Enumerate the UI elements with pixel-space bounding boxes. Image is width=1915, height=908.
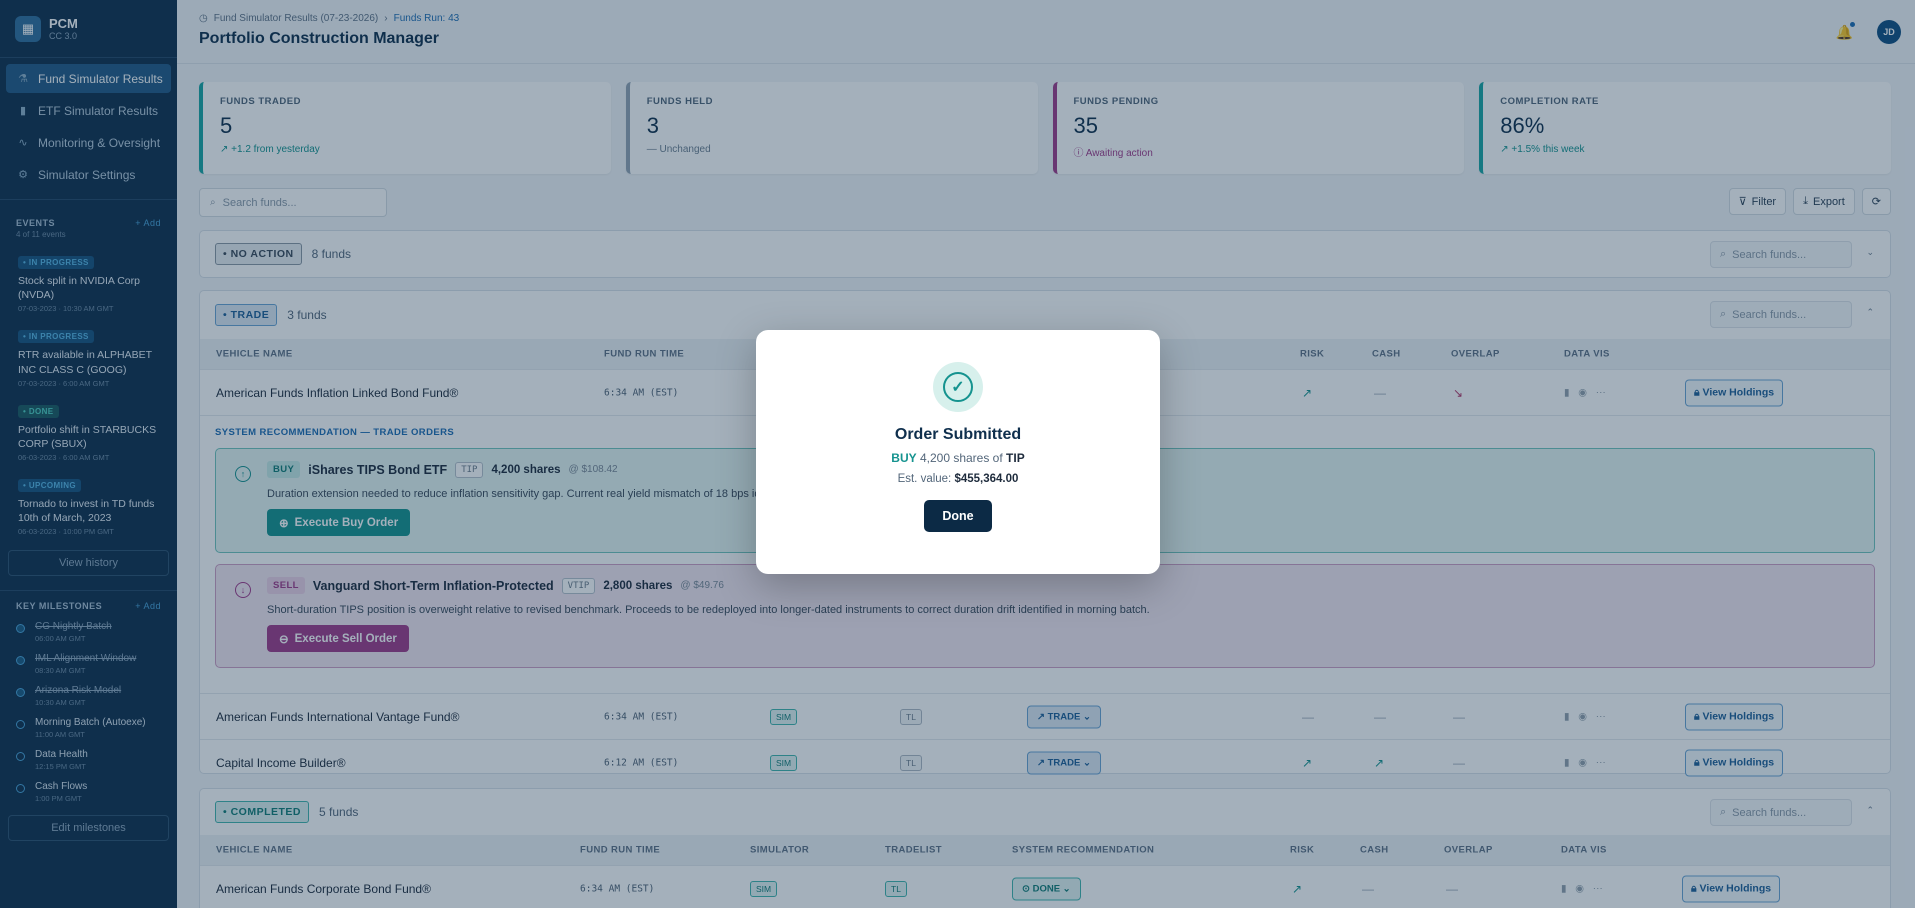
modal-ticker: TIP <box>1006 451 1025 465</box>
modal-title: Order Submitted <box>894 426 1022 443</box>
modal-action: BUY <box>891 451 917 465</box>
order-submitted-modal: ✓ Order Submitted BUY 4,200 shares of TI… <box>756 330 1160 574</box>
done-button[interactable]: Done <box>924 500 992 532</box>
modal-estimated-value: Est. value: $455,364.00 <box>756 473 1160 485</box>
modal-shares: 4,200 shares of <box>919 451 1003 465</box>
modal-value: $455,364.00 <box>954 473 1019 485</box>
modal-value-label: Est. value: <box>897 473 952 485</box>
modal-order-summary: BUY 4,200 shares of TIP <box>756 451 1160 465</box>
check-circle-icon: ✓ <box>933 362 983 412</box>
